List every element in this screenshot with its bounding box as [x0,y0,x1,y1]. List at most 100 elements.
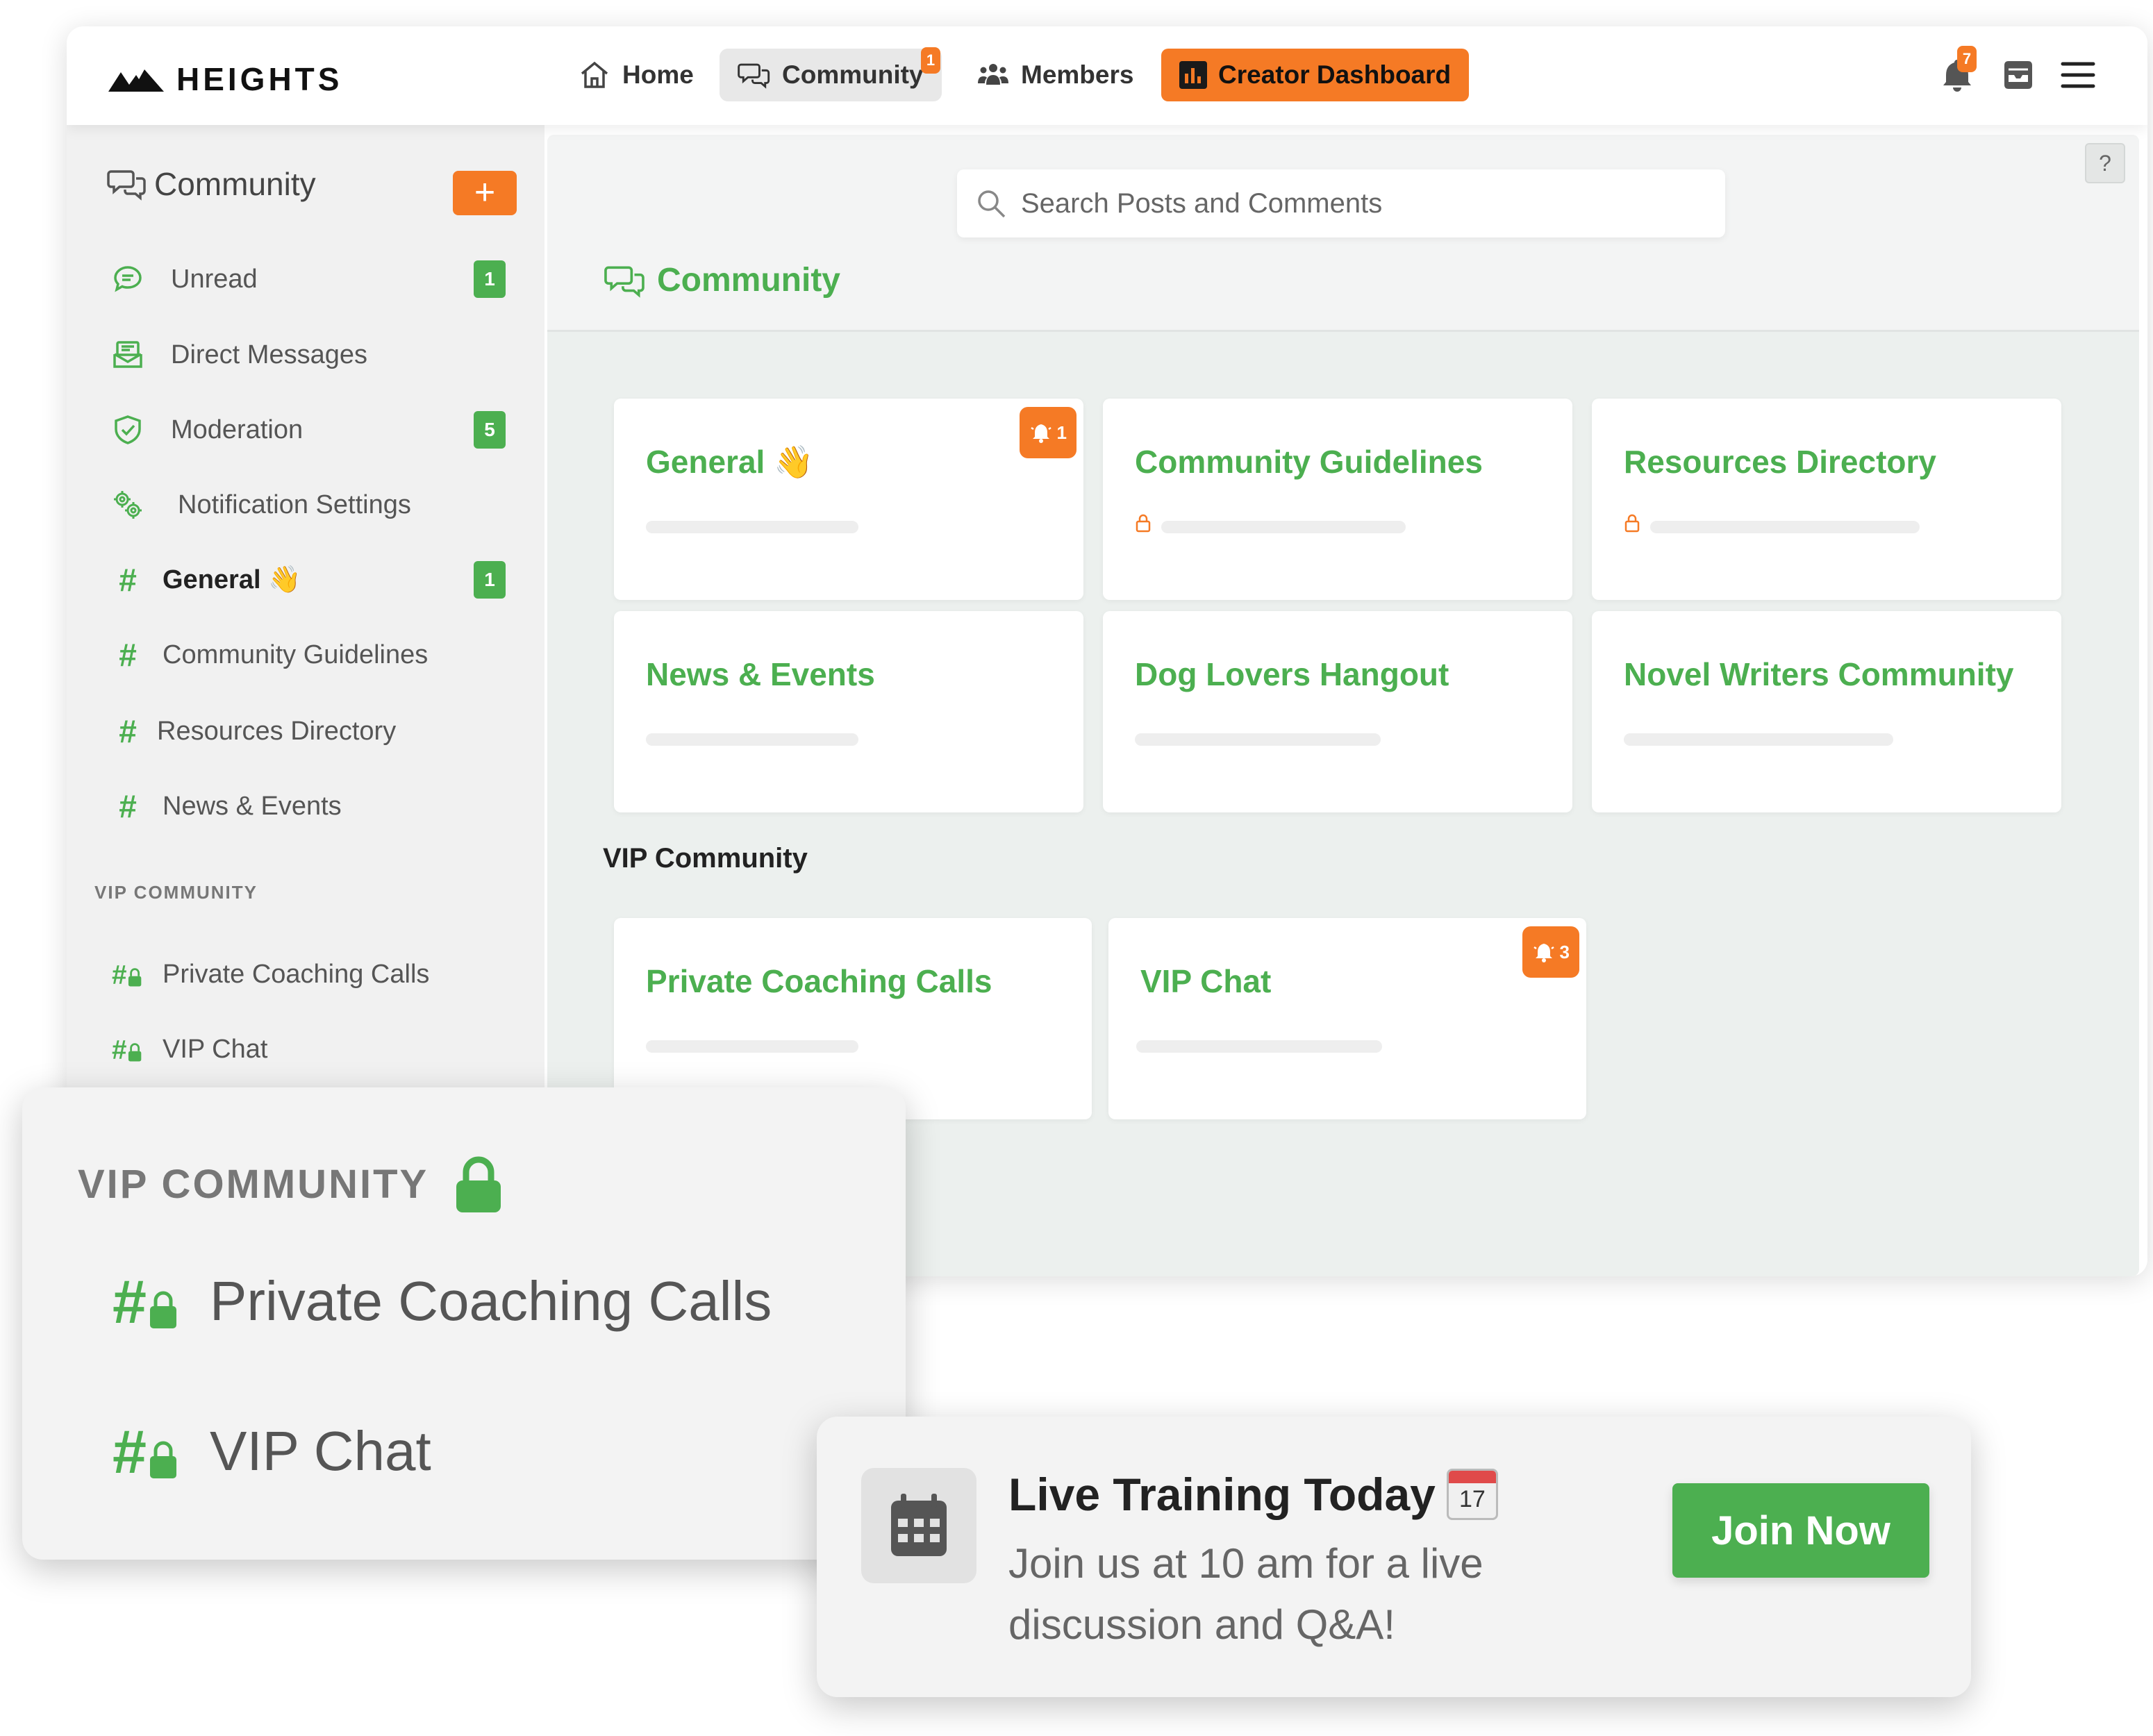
live-training-card: Live Training Today 17 Join us at 10 am … [817,1417,1971,1697]
svg-text:#: # [113,1270,147,1333]
channel-card-title: Private Coaching Calls [646,963,992,999]
vip-panel-title: VIP COMMUNITY [78,1161,429,1207]
channel-card-title: Resources Directory [1624,444,1936,480]
brand-name: HEIGHTS [176,61,343,97]
training-title: Live Training Today 17 [1008,1468,1498,1521]
nav-home[interactable]: Home [560,49,712,101]
top-navbar: HEIGHTS Home Community 1 Members Creator… [67,26,2147,125]
channel-card-title: News & Events [646,656,875,692]
lock-icon [1624,514,1640,533]
vip-community-panel: VIP COMMUNITY # Private Coaching Calls #… [22,1087,906,1560]
svg-text:#: # [113,1420,147,1483]
channel-card-resources-directory[interactable]: Resources Directory [1592,399,2061,600]
sidebar-item-label: Resources Directory [157,716,397,746]
notifications-button[interactable]: 7 [1936,46,1978,96]
svg-text:#: # [112,1035,126,1065]
sidebar-item-vip-chat[interactable]: # VIP Chat [110,1025,513,1074]
nav-members[interactable]: Members [958,49,1152,101]
inbox-button[interactable] [1997,54,2039,96]
notifications-count-badge: 7 [1957,46,1977,72]
home-icon [581,61,608,88]
lock-icon [1136,514,1151,533]
nav-members-label: Members [1021,60,1134,89]
channel-card-title: Novel Writers Community [1624,656,2014,692]
calendar-icon [861,1468,976,1583]
channel-card-title: Community Guidelines [1135,444,1483,480]
add-channel-button[interactable]: + [453,171,517,215]
preview-placeholder [1136,1040,1382,1053]
page-title-label: Community [657,262,840,299]
menu-icon [2061,62,2095,88]
bell-count: 3 [1559,941,1570,962]
community-count-badge: 1 [921,47,940,74]
sidebar-item-label: Unread [171,264,258,294]
nav-community[interactable]: Community 1 [720,47,942,101]
preview-placeholder [1161,521,1406,533]
sidebar-item-label: Moderation [171,415,304,444]
vip-section-heading: VIP Community [603,843,808,874]
sidebar-item-resources-directory[interactable]: # Resources Directory [110,707,513,756]
sidebar-item-label: News & Events [163,791,342,821]
hash-lock-icon: # [110,1031,146,1067]
hash-icon: # [119,562,137,598]
page-title: Community [603,261,840,299]
channel-card-news-events[interactable]: News & Events [614,611,1083,812]
sidebar-item-news-events[interactable]: # News & Events [110,782,513,831]
main-header: ? Community [547,135,2139,332]
vip-item-private-coaching-calls[interactable]: # Private Coaching Calls [113,1269,772,1333]
mountain-logo-icon [108,69,164,92]
sidebar-header: Community [107,165,316,203]
sidebar-item-private-coaching-calls[interactable]: # Private Coaching Calls [110,950,513,999]
channel-card-general[interactable]: General 👋 1 [614,399,1083,600]
hash-icon: # [119,637,137,673]
svg-text:#: # [112,960,126,990]
creator-dashboard-button[interactable]: Creator Dashboard [1161,49,1470,101]
brand-logo[interactable]: HEIGHTS [108,58,342,100]
vip-panel-header: VIP COMMUNITY [78,1154,504,1214]
preview-placeholder [646,1040,858,1053]
sidebar-item-general[interactable]: # General 👋 1 [110,556,513,604]
hash-lock-icon: # [113,1270,176,1333]
moderation-count-badge: 5 [474,411,506,449]
search-icon [978,190,1006,218]
hash-icon: # [119,788,137,824]
sidebar-item-community-guidelines[interactable]: # Community Guidelines [110,631,513,679]
channel-card-title: Dog Lovers Hangout [1135,656,1449,692]
sidebar-section-vip: VIP COMMUNITY [94,882,258,903]
vip-item-label: Private Coaching Calls [210,1270,772,1332]
search-input[interactable] [1021,187,1688,219]
sidebar-item-label: VIP Chat [163,1034,268,1064]
channel-card-novel-writers-community[interactable]: Novel Writers Community [1592,611,2061,812]
nav-home-label: Home [622,60,694,89]
hash-lock-icon: # [113,1420,176,1483]
channel-card-community-guidelines[interactable]: Community Guidelines [1103,399,1572,600]
sidebar-item-direct-messages[interactable]: Direct Messages [110,331,513,379]
channel-card-dog-lovers-hangout[interactable]: Dog Lovers Hangout [1103,611,1572,812]
chart-icon [1179,61,1207,89]
creator-dashboard-label: Creator Dashboard [1218,60,1452,89]
menu-button[interactable] [2057,54,2099,96]
sidebar-title: Community [154,166,316,202]
sidebar-item-label: General 👋 [163,565,301,594]
sidebar-item-label: Private Coaching Calls [163,959,430,989]
preview-placeholder [1135,733,1381,746]
sidebar-item-notification-settings[interactable]: Notification Settings [110,481,513,529]
sidebar-item-label: Notification Settings [178,490,411,519]
channel-card-title: General 👋 [646,444,814,480]
training-title-text: Live Training Today [1008,1469,1436,1520]
notification-bell-badge: 1 [1019,407,1076,458]
help-button[interactable]: ? [2085,143,2125,183]
sidebar-item-unread[interactable]: Unread 1 [110,255,513,303]
inbox-icon [2004,61,2032,89]
channel-card-vip-chat[interactable]: VIP Chat 3 [1108,918,1586,1119]
join-now-button[interactable]: Join Now [1672,1483,1929,1578]
chat-bubble-icon [110,261,146,297]
sidebar-item-moderation[interactable]: Moderation 5 [110,406,513,454]
sidebar-item-label: Direct Messages [171,340,367,369]
chat-icon [604,265,645,298]
message-icon [110,337,146,373]
unread-count-badge: 1 [474,260,506,298]
search-box[interactable] [957,169,1725,237]
vip-item-vip-chat[interactable]: # VIP Chat [113,1419,431,1483]
bell-count: 1 [1056,422,1067,443]
